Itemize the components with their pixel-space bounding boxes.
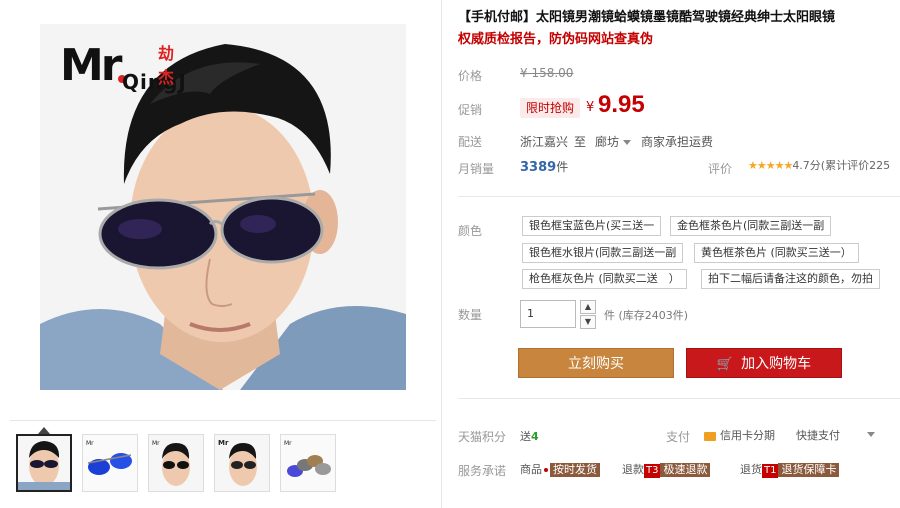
color-label: 颜色 [458, 224, 483, 238]
quick-pay[interactable]: 快捷支付 [796, 427, 840, 443]
section-divider [458, 196, 900, 197]
monthly-sales-count: 3389 [520, 160, 557, 175]
logo-chinese-text: 劫杰 [158, 44, 175, 87]
quantity-increase-button[interactable]: ▲ [580, 300, 596, 314]
shipping-from: 浙江嘉兴 [520, 135, 569, 149]
color-option-6[interactable]: 拍下二幅后请备注这的颜色，勿拍 [701, 269, 880, 289]
thumbnail-3[interactable]: Mr [148, 434, 204, 492]
thumbnail-model-image [18, 441, 70, 490]
price-label: 价格 [458, 69, 483, 83]
chevron-down-icon [623, 140, 632, 145]
logo-mr-text: Mr [60, 40, 123, 91]
thumbnail-strip: Mr Mr Mr Mr [16, 434, 336, 492]
shipping-destination-select[interactable]: 廊坊 [595, 133, 632, 150]
quantity-decrease-button[interactable]: ▼ [580, 315, 596, 329]
thumbnail-indicator-arrow [38, 427, 50, 434]
return-guarantee-tag: 退货保障卡 [778, 463, 840, 477]
fast-refund-tag: 极速退款 [660, 463, 711, 477]
service-on-time: 商品 按时发货 [520, 461, 600, 477]
thumbnail-model-image-3: Mr [218, 439, 257, 486]
points-give-text: 送 [520, 430, 531, 443]
product-gallery: Mr QingJ 劫杰 Mr Mr Mr Mr [0, 0, 442, 508]
bullet-icon [544, 468, 548, 472]
rating-label: 评价 [708, 162, 733, 176]
sale-price: 9.95 [598, 91, 645, 118]
color-option-1[interactable]: 银色框宝蓝色片(买三送一 [522, 216, 662, 236]
credit-card-icon [704, 431, 716, 441]
thumbnail-model-image-2: Mr [152, 440, 190, 486]
brand-logo: Mr QingJ 劫杰 [60, 40, 186, 94]
rating-text: 4.7分(累计评价225 [792, 159, 891, 172]
shipping-to-word: 至 [574, 135, 587, 149]
flash-sale-badge: 限时抢购 [520, 98, 581, 118]
credit-installment[interactable]: 信用卡分期 [704, 427, 775, 443]
product-subtitle: 权威质检报告，防伪码网站查真伪 [458, 32, 654, 47]
thumbnail-sunglasses-image: Mr [83, 435, 137, 491]
points-amount: 4 [531, 430, 539, 443]
star-rating-icon: ★★★★★ [748, 159, 793, 172]
original-price: ¥ 158.00 [520, 66, 574, 80]
cart-icon: 🛒 [716, 357, 734, 372]
service-refund-text: 退款 [622, 463, 644, 476]
add-to-cart-label: 加入购物车 [741, 356, 812, 372]
rating-summary[interactable]: ★★★★★4.7分(累计评价225 [748, 157, 890, 173]
chevron-down-icon [867, 431, 875, 437]
credit-installment-label: 信用卡分期 [720, 429, 775, 442]
shipping-fee: 商家承担运费 [641, 135, 714, 149]
monthly-sales-label: 月销量 [458, 162, 495, 176]
color-option-3[interactable]: 银色框水银片(同款三副送一副 [522, 243, 684, 263]
section-divider-2 [458, 398, 900, 399]
t3-tag: T3 [644, 464, 661, 478]
service-label: 服务承诺 [458, 464, 507, 478]
quantity-label: 数量 [458, 308, 483, 322]
thumbnail-sunglasses-collection: Mr [281, 435, 335, 491]
service-return-text: 退货 [740, 463, 762, 476]
svg-text:Mr: Mr [86, 440, 94, 447]
service-goods-text: 商品 [520, 463, 542, 476]
service-fast-refund: 退款 T3 极速退款 [622, 461, 711, 478]
shipping-label: 配送 [458, 135, 483, 149]
pay-label: 支付 [666, 430, 691, 444]
thumbnail-divider [10, 420, 436, 421]
svg-text:Mr: Mr [284, 440, 292, 447]
thumbnail-1[interactable] [16, 434, 72, 492]
main-product-image[interactable]: Mr QingJ 劫杰 [40, 24, 406, 390]
color-option-2[interactable]: 金色框茶色片(同款三副送一副 [670, 216, 832, 236]
shipping-destination: 廊坊 [595, 135, 620, 149]
product-page: Mr QingJ 劫杰 Mr Mr Mr Mr 【手机付邮】太阳镜男潮镜蛤蟆镜墨… [0, 0, 900, 508]
promo-label: 促销 [458, 103, 483, 117]
quantity-input[interactable]: 1 [520, 300, 576, 328]
svg-text:Mr: Mr [152, 440, 160, 447]
tmall-points-value: 送4 [520, 428, 539, 444]
buy-now-button[interactable]: 立刻购买 [518, 348, 674, 378]
svg-text:Mr: Mr [218, 439, 229, 447]
currency-symbol: ¥ [586, 100, 595, 115]
monthly-sales-unit: 件 [556, 160, 569, 174]
tmall-points-label: 天猫积分 [458, 430, 507, 444]
product-title: 【手机付邮】太阳镜男潮镜蛤蟆镜墨镜酷驾驶镜经典绅士太阳眼镜 [458, 10, 836, 25]
add-to-cart-button[interactable]: 🛒 加入购物车 [686, 348, 842, 378]
on-time-ship-tag: 按时发货 [550, 463, 600, 477]
logo-qingj-text: QingJ [122, 70, 187, 94]
pay-dropdown[interactable] [863, 427, 875, 440]
stock-info: 件 (库存2403件) [604, 309, 689, 322]
t1-tag: T1 [762, 464, 779, 478]
thumbnail-5[interactable]: Mr [280, 434, 336, 492]
color-option-4[interactable]: 黄色框茶色片 (同款买三送一） [694, 243, 859, 263]
monthly-sales: 3389件 [520, 158, 568, 175]
color-option-5[interactable]: 枪色框灰色片 (同款买二送 ） [522, 269, 687, 289]
service-return-guarantee: 退货 T1 退货保障卡 [740, 461, 840, 478]
thumbnail-2[interactable]: Mr [82, 434, 138, 492]
product-info-panel: 【手机付邮】太阳镜男潮镜蛤蟆镜墨镜酷驾驶镜经典绅士太阳眼镜 权威质检报告，防伪码… [458, 0, 900, 508]
thumbnail-4[interactable]: Mr [214, 434, 270, 492]
